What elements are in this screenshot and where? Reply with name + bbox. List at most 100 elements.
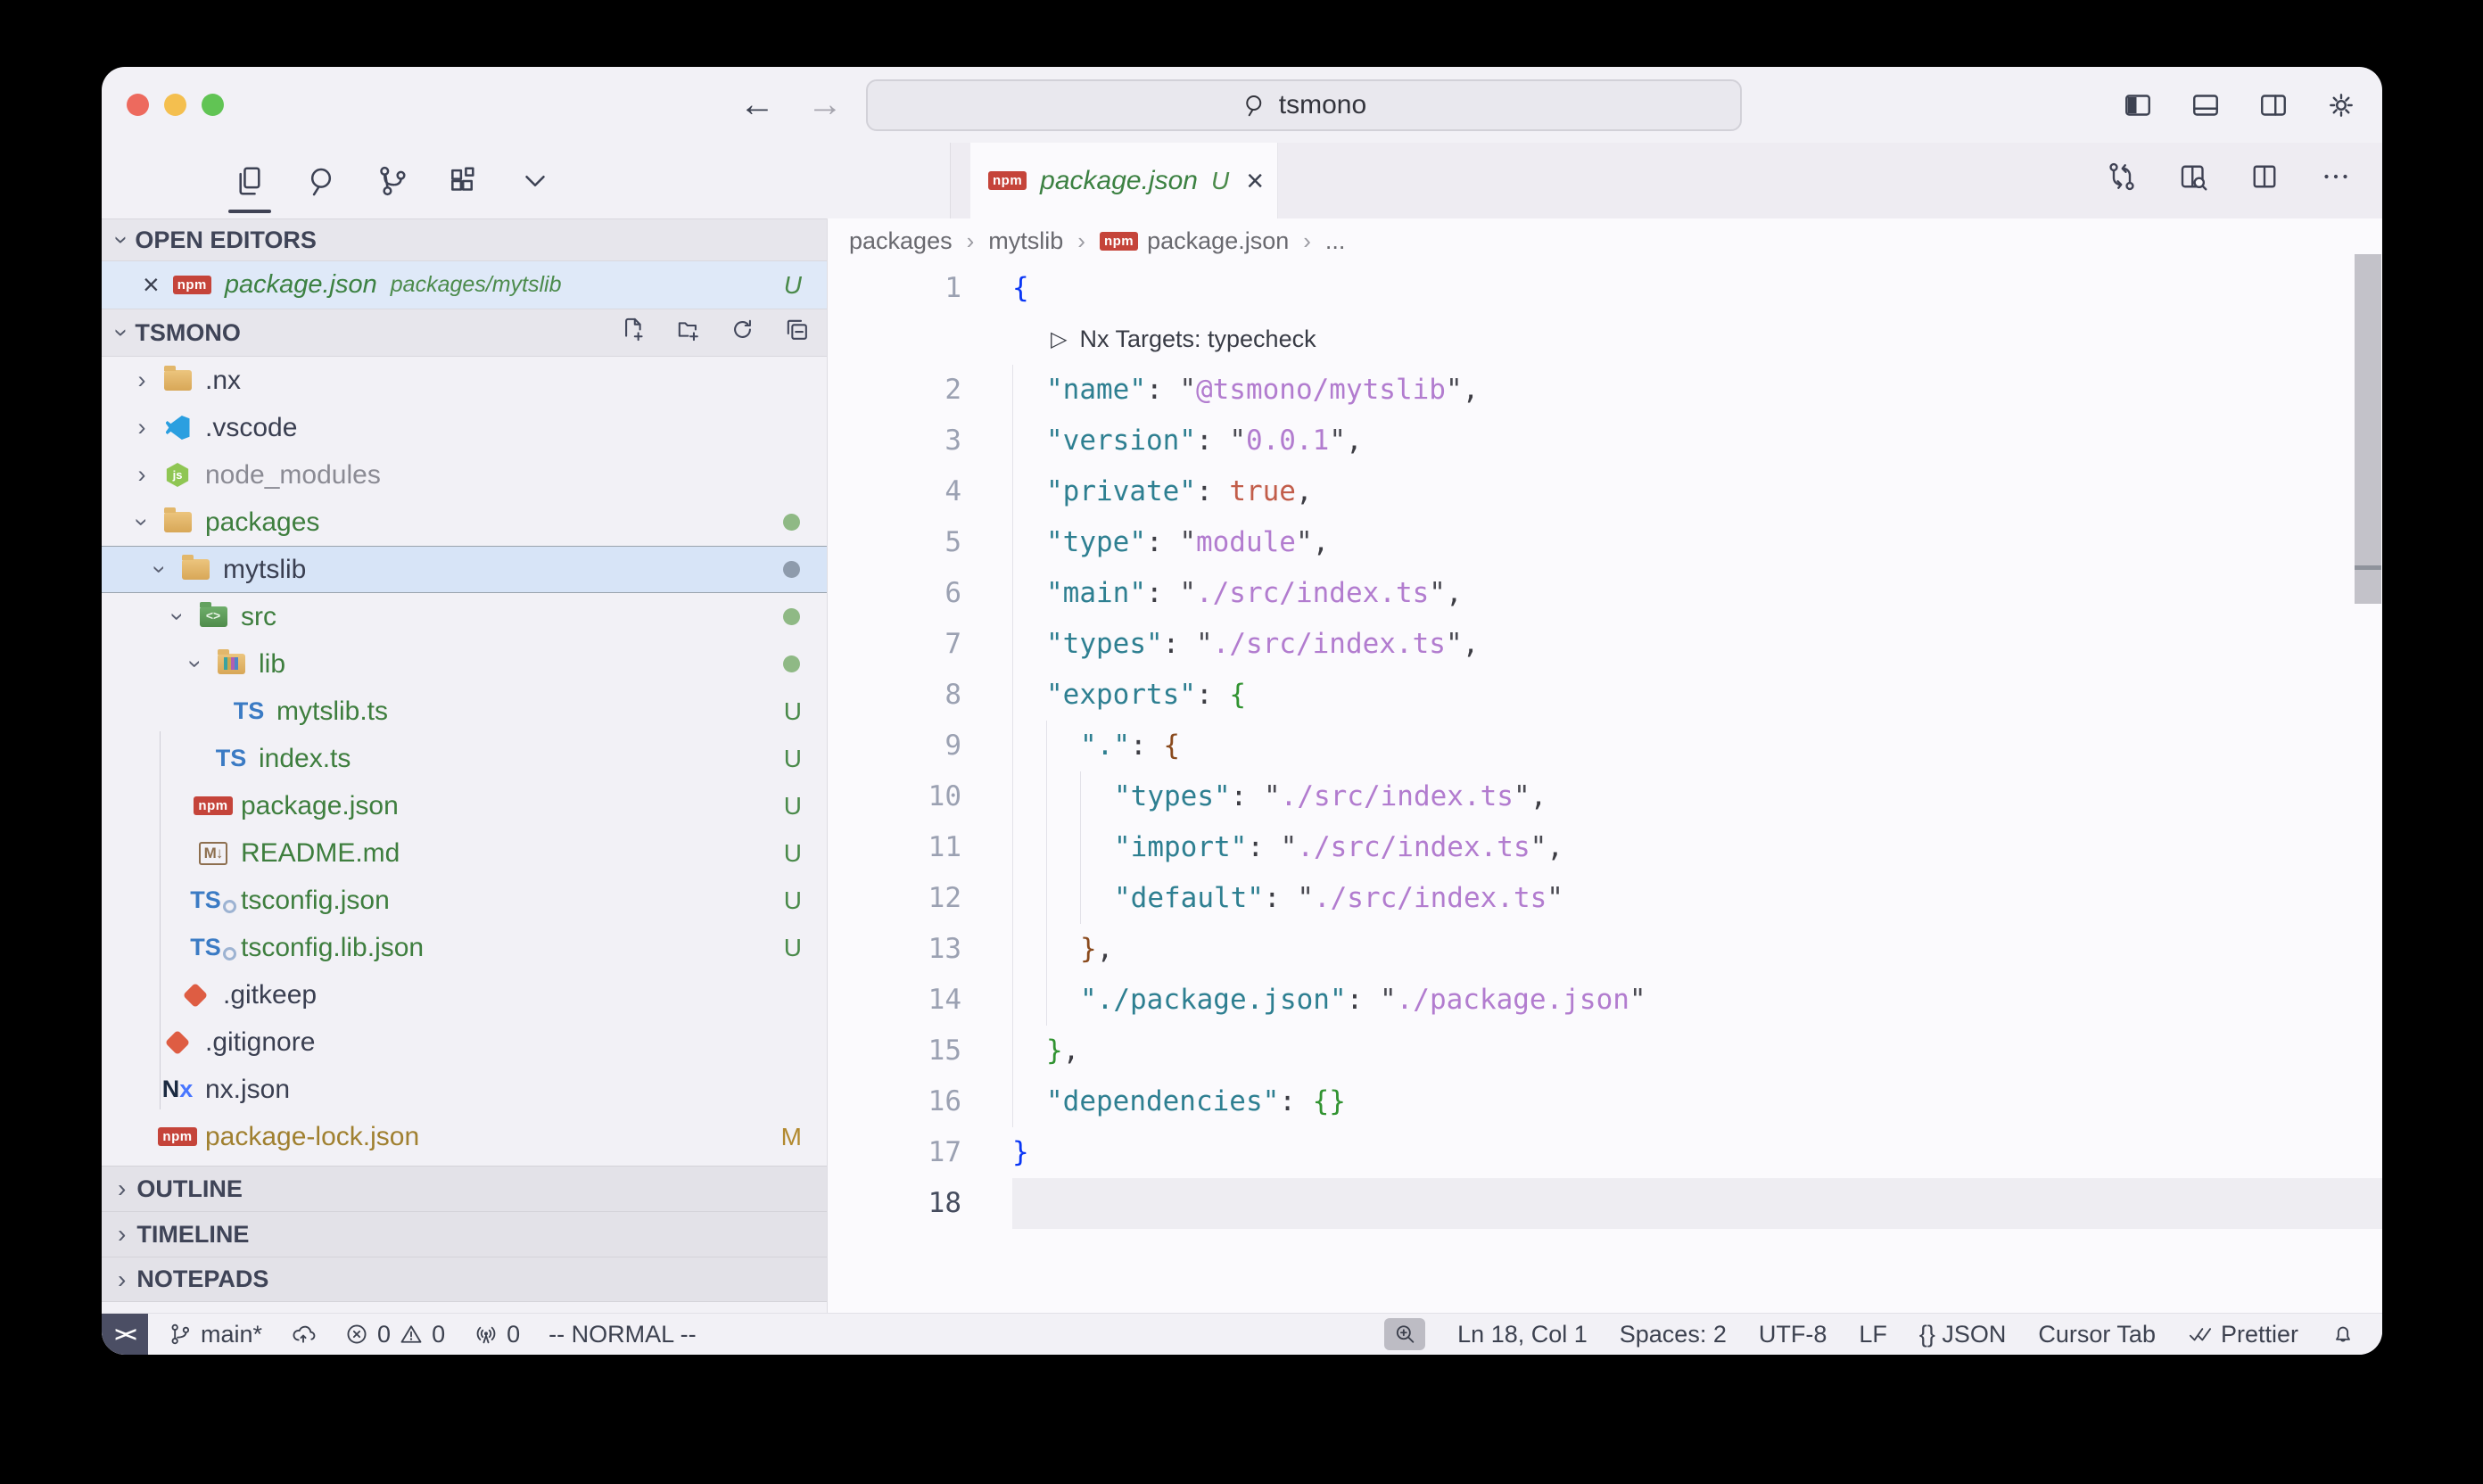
activity-extensions[interactable] (439, 143, 489, 218)
code-line-14[interactable]: 14"./package.json": "./package.json" (828, 975, 2382, 1026)
code-line-3[interactable]: 3"version": "0.0.1", (828, 416, 2382, 466)
tab-package-json[interactable]: npm package.json U × (970, 143, 1278, 218)
section-header-outline[interactable]: ›OUTLINE (102, 1166, 827, 1211)
section-header-notepads[interactable]: ›NOTEPADS (102, 1257, 827, 1302)
status-text: 0 (507, 1321, 520, 1348)
split-editor-button[interactable] (2248, 161, 2281, 201)
line-number: 7 (828, 619, 1012, 670)
code-line-5[interactable]: 5"type": "module", (828, 517, 2382, 568)
title-bar[interactable]: ← → tsmono (102, 67, 2382, 143)
editor-scrollbar[interactable] (2355, 254, 2381, 604)
workspace-header[interactable]: › TSMONO (102, 309, 827, 357)
tree-item-nx.json[interactable]: Nxnx.json (102, 1066, 827, 1113)
open-editor-item[interactable]: × npm package.json packages/mytslib U (102, 261, 827, 309)
line-number: 8 (828, 670, 1012, 721)
status-item--normal-[interactable]: -- NORMAL -- (549, 1321, 696, 1348)
tree-item-index.ts[interactable]: TSindex.tsU (102, 735, 827, 782)
breadcrumb-item[interactable]: ... (1325, 227, 1346, 255)
tree-item-.vscode[interactable]: ›.vscode (102, 404, 827, 451)
status-item-cursor-tab[interactable]: Cursor Tab (2038, 1321, 2156, 1348)
indent-guide (1046, 975, 1080, 1026)
breadcrumb-item[interactable]: mytslib (988, 227, 1063, 255)
status-item-utf-8[interactable]: UTF-8 (1759, 1321, 1827, 1348)
code-line-2[interactable]: 2"name": "@tsmono/mytslib", (828, 365, 2382, 416)
open-editors-header[interactable]: › OPEN EDITORS (102, 218, 827, 261)
tree-item-src[interactable]: ›src (102, 593, 827, 640)
activity-search[interactable] (296, 143, 346, 218)
token: , (1547, 822, 1563, 873)
code-editor[interactable]: 1{▷Nx Targets: typecheck2"name": "@tsmon… (828, 263, 2382, 1313)
activity-explorer[interactable] (225, 143, 275, 218)
tree-item-tsconfig.json[interactable]: TStsconfig.jsonU (102, 877, 827, 924)
breadcrumb-item[interactable]: packages (849, 227, 953, 255)
tree-item-tsconfig.lib.json[interactable]: TStsconfig.lib.jsonU (102, 924, 827, 971)
indent-guide (1046, 924, 1080, 975)
close-editor-icon[interactable]: × (143, 268, 160, 301)
new-file-button[interactable] (620, 316, 648, 350)
code-line-4[interactable]: 4"private": true, (828, 466, 2382, 517)
status-item[interactable] (291, 1322, 316, 1347)
status-item-main-[interactable]: main* (168, 1321, 262, 1348)
status-item-zoom-in[interactable] (1384, 1318, 1425, 1350)
section-header-timeline[interactable]: ›TIMELINE (102, 1211, 827, 1257)
tree-item-packages[interactable]: ›packages (102, 499, 827, 546)
status-item-0[interactable]: 00 (344, 1321, 445, 1348)
collapse-all-button[interactable] (783, 316, 811, 350)
status-item-ln-18-col-1[interactable]: Ln 18, Col 1 (1457, 1321, 1588, 1348)
activity-source-control[interactable] (367, 143, 417, 218)
layout-sidebar-left-icon[interactable] (2122, 89, 2154, 121)
line-number: 18 (828, 1178, 1012, 1229)
settings-gear-icon[interactable] (2325, 89, 2357, 121)
code-line-1[interactable]: 1{ (828, 263, 2382, 314)
tree-item-package-lock.json[interactable]: npmpackage-lock.jsonM (102, 1113, 827, 1160)
new-folder-button[interactable] (674, 316, 702, 350)
tree-item-.nx[interactable]: ›.nx (102, 357, 827, 404)
close-window-button[interactable] (127, 94, 149, 116)
back-button[interactable]: ← (739, 85, 775, 125)
codelens-nx-targets[interactable]: ▷Nx Targets: typecheck (828, 314, 2382, 365)
tree-item-.gitignore[interactable]: .gitignore (102, 1018, 827, 1066)
status-item-spaces-2[interactable]: Spaces: 2 (1620, 1321, 1727, 1348)
close-tab-icon[interactable]: × (1246, 166, 1264, 196)
code-line-6[interactable]: 6"main": "./src/index.ts", (828, 568, 2382, 619)
zoom-indicator[interactable] (1384, 1318, 1425, 1350)
tree-item-.gitkeep[interactable]: .gitkeep (102, 971, 827, 1018)
tree-item-lib[interactable]: ›lib (102, 640, 827, 688)
command-center-search[interactable]: tsmono (866, 79, 1742, 131)
breadcrumb-item[interactable]: npmpackage.json (1100, 227, 1289, 255)
code-line-17[interactable]: 17} (828, 1127, 2382, 1178)
code-line-9[interactable]: 9".": { (828, 721, 2382, 771)
token: : (1347, 975, 1380, 1026)
code-line-11[interactable]: 11"import": "./src/index.ts", (828, 822, 2382, 873)
more-actions-button[interactable] (2320, 161, 2352, 201)
code-line-8[interactable]: 8"exports": { (828, 670, 2382, 721)
status-item-0[interactable]: 0 (474, 1321, 520, 1348)
forward-button[interactable]: → (807, 85, 843, 125)
code-line-7[interactable]: 7"types": "./src/index.ts", (828, 619, 2382, 670)
tree-item-package.json[interactable]: npmpackage.jsonU (102, 782, 827, 829)
tree-item-node_modules[interactable]: ›jsnode_modules (102, 451, 827, 499)
code-line-16[interactable]: 16"dependencies": {} (828, 1076, 2382, 1127)
code-line-10[interactable]: 10"types": "./src/index.ts", (828, 771, 2382, 822)
tree-item-README.md[interactable]: M↓README.mdU (102, 829, 827, 877)
compare-changes-button[interactable] (2106, 161, 2138, 201)
zoom-window-button[interactable] (202, 94, 224, 116)
tree-item-mytslib.ts[interactable]: TSmytslib.tsU (102, 688, 827, 735)
open-preview-button[interactable] (2177, 161, 2209, 201)
activity-dropdown[interactable] (510, 143, 560, 218)
layout-panel-icon[interactable] (2190, 89, 2222, 121)
minimize-window-button[interactable] (164, 94, 186, 116)
second-row: npm package.json U × (102, 143, 2382, 218)
tree-item-mytslib[interactable]: ›mytslib (102, 546, 827, 593)
code-line-18[interactable]: 18 (828, 1178, 2382, 1229)
status-item-lf[interactable]: LF (1859, 1321, 1887, 1348)
status-item--json[interactable]: {} JSON (1919, 1321, 2007, 1348)
status-item-bell[interactable] (2330, 1322, 2355, 1347)
remote-indicator[interactable]: >< (102, 1314, 148, 1355)
code-line-13[interactable]: 13}, (828, 924, 2382, 975)
refresh-button[interactable] (729, 316, 756, 350)
status-item-prettier[interactable]: Prettier (2188, 1321, 2298, 1348)
layout-sidebar-right-icon[interactable] (2257, 89, 2289, 121)
code-line-15[interactable]: 15}, (828, 1026, 2382, 1076)
code-line-12[interactable]: 12"default": "./src/index.ts" (828, 873, 2382, 924)
